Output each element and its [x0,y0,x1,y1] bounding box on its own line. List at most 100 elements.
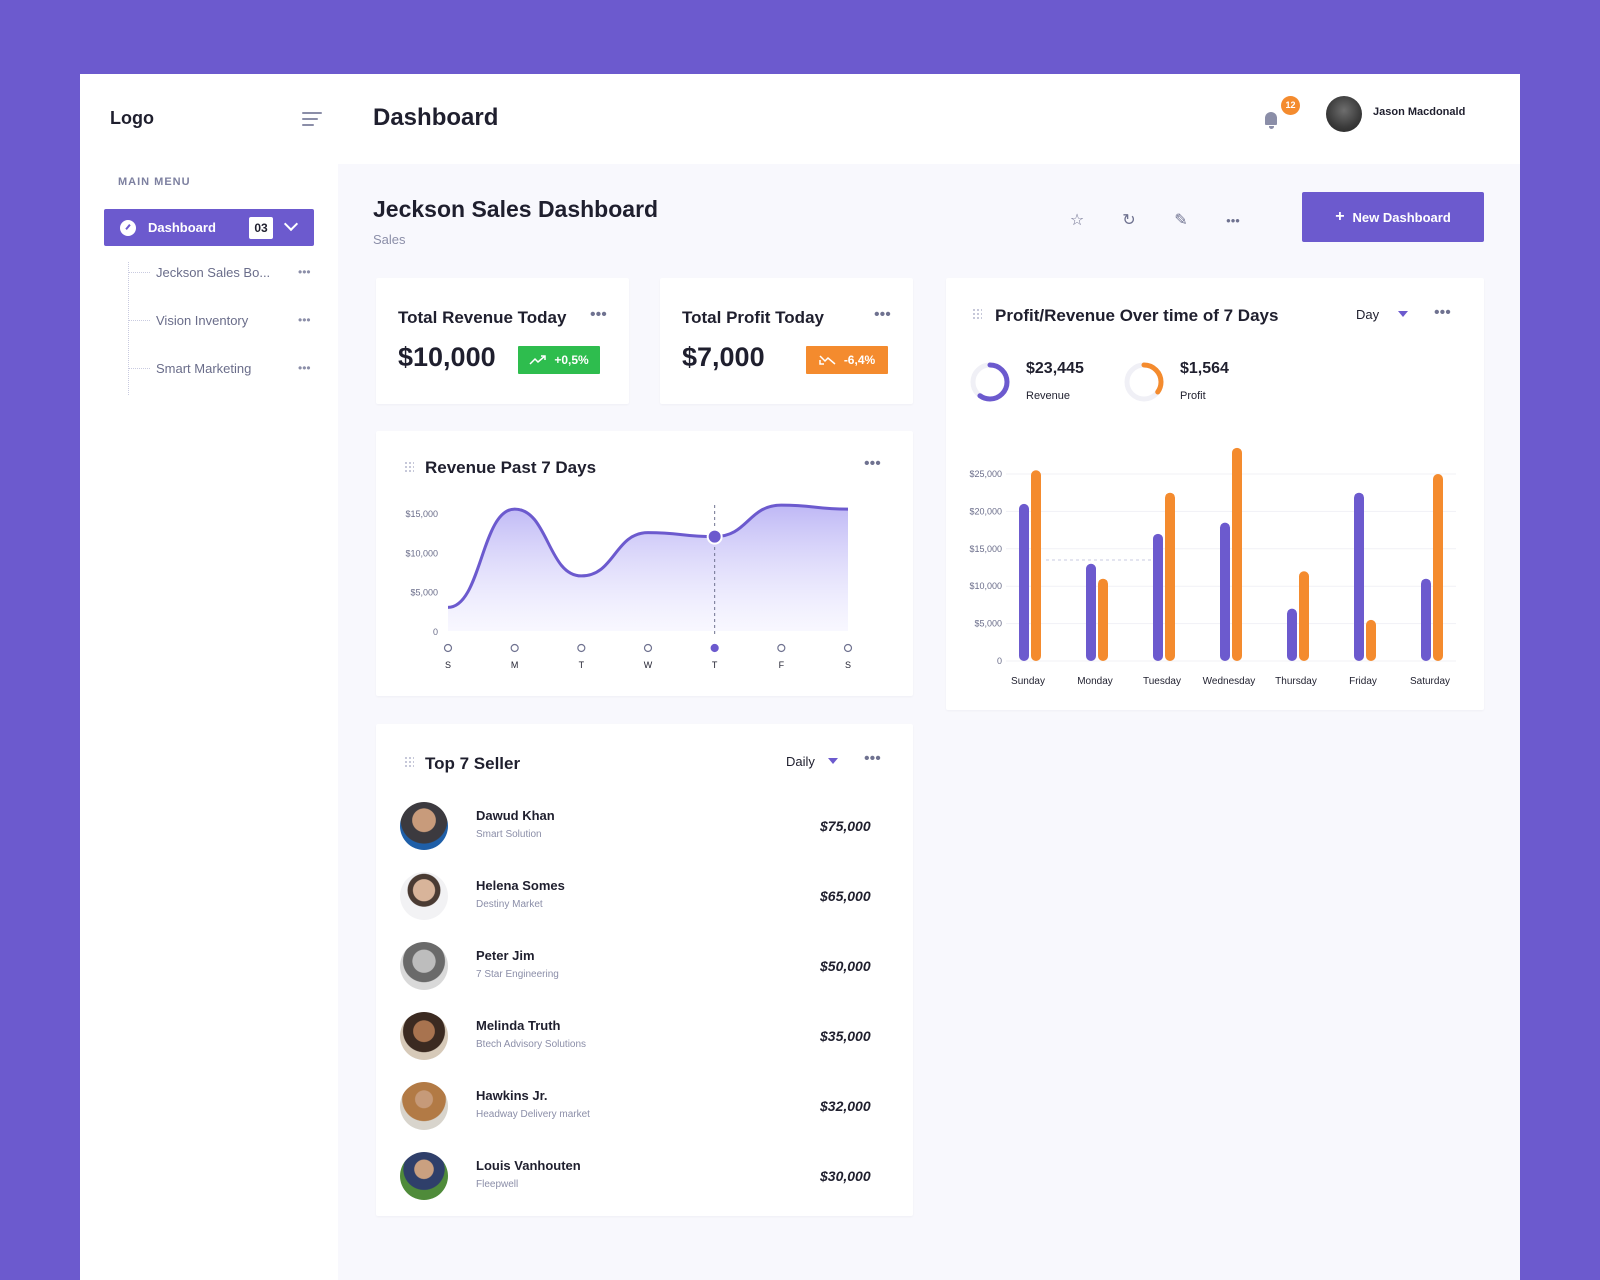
kpi-card-profit: Total Profit Today ••• $7,000 -6,4% [660,278,913,404]
avatar [400,1152,448,1200]
sidebar-subitem-jeckson-sales[interactable]: Jeckson Sales Bo... ••• [128,262,318,282]
speedometer-icon [120,219,136,236]
x-tick-label: S [845,660,851,670]
edit-icon[interactable]: ✎ [1170,210,1192,232]
profit-revenue-chart-card: Profit/Revenue Over time of 7 Days Day •… [946,278,1484,710]
more-icon[interactable]: ••• [590,306,607,324]
sidebar-subitem-vision-inventory[interactable]: Vision Inventory ••• [128,310,318,330]
chevron-down-icon[interactable] [283,216,299,232]
menu-icon[interactable] [302,112,322,126]
subitem-label: Smart Marketing [156,360,252,376]
x-tick-label: W [644,660,653,670]
y-tick-label: $25,000 [969,469,1002,479]
x-tick-label: Thursday [1275,676,1317,687]
avatar [400,942,448,990]
trending-down-icon [819,355,836,365]
kpi-change-badge: +0,5% [518,346,600,374]
bar-revenue [1086,563,1096,661]
sidebar: Logo MAIN MENU Dashboard 03 Jeckson Sale… [80,74,338,1280]
x-tick-label: Monday [1077,676,1113,687]
sidebar-item-dashboard[interactable]: Dashboard 03 [104,209,314,246]
bar-revenue [1287,608,1297,661]
star-icon[interactable]: ☆ [1066,210,1088,232]
x-tick-label: Friday [1349,676,1377,687]
kpi-value: $7,000 [682,342,765,372]
bar-revenue [1019,503,1029,661]
notification-badge: 12 [1281,96,1300,115]
seller-row[interactable]: Melinda Truth Btech Advisory Solutions $… [400,1012,871,1062]
user-name[interactable]: Jason Macdonald [1373,106,1465,118]
bell-icon[interactable] [1263,112,1279,130]
x-tick-label: T [712,660,718,670]
seller-row[interactable]: Peter Jim 7 Star Engineering $50,000 [400,942,871,992]
dashboard-subtitle: Sales [373,232,406,247]
x-tick-label: Wednesday [1203,676,1256,687]
bar-profit [1299,571,1309,661]
avatar [400,872,448,920]
x-point-marker [843,643,853,653]
main-menu-title: MAIN MENU [118,176,191,188]
avatar [400,1082,448,1130]
bar-profit [1232,447,1242,661]
revenue-area-chart: $15,000 $10,000 $5,000 0 S M T W T F S [405,503,853,670]
bar-profit [1165,492,1175,661]
dashboard-count-badge: 03 [249,217,273,239]
more-icon[interactable]: ••• [1222,210,1244,232]
dashboard-title: Jeckson Sales Dashboard [373,196,659,222]
bar-profit [1366,619,1376,661]
x-tick-label: F [779,660,785,670]
y-tick-label: $15,000 [969,544,1002,554]
y-tick-label: $5,000 [974,619,1002,629]
bar-profit [1031,470,1041,661]
highlight-point [706,528,723,545]
x-tick-label: Tuesday [1143,676,1181,687]
caret-down-icon[interactable] [828,758,838,764]
kpi-value: $10,000 [398,342,496,372]
period-select[interactable]: Daily [786,754,815,769]
revenue-chart-card: Revenue Past 7 Days ••• $15,000 $10,000 $5… [376,431,913,696]
page-title: Dashboard [373,104,499,131]
user-avatar[interactable] [1326,96,1362,132]
avatar [400,1012,448,1060]
x-tick-label: T [579,660,585,670]
kpi-change-badge: -6,4% [806,346,888,374]
plus-icon: + [1335,208,1345,225]
seller-row[interactable]: Louis Vanhouten Fleepwell $30,000 [400,1152,871,1202]
x-point-marker [443,643,453,653]
bar-revenue [1153,533,1163,661]
bar-revenue [1421,578,1431,661]
top-bar: Dashboard 12 Jason Macdonald [338,74,1520,164]
kpi-title: Total Revenue Today [398,308,567,327]
y-tick-label: $10,000 [405,548,438,558]
y-tick-label: $5,000 [410,588,438,598]
kpi-card-revenue: Total Revenue Today ••• $10,000 +0,5% [376,278,629,404]
y-tick-label: 0 [433,627,438,637]
sellers-title: Top 7 Seller [425,754,521,773]
seller-row[interactable]: Hawkins Jr. Headway Delivery market $32,… [400,1082,871,1132]
bar-revenue [1354,492,1364,661]
x-point-marker [777,643,786,653]
more-icon[interactable]: ••• [298,361,311,375]
seller-row[interactable]: Helena Somes Destiny Market $65,000 [400,872,871,922]
logo: Logo [110,108,154,128]
x-point-marker [643,643,653,653]
more-icon[interactable]: ••• [864,750,881,768]
more-icon[interactable]: ••• [298,313,311,327]
app-window: Logo MAIN MENU Dashboard 03 Jeckson Sale… [80,74,1520,1280]
sidebar-subitem-smart-marketing[interactable]: Smart Marketing ••• [128,358,318,378]
y-tick-label: 0 [997,656,1002,666]
y-tick-label: $10,000 [969,581,1002,591]
more-icon[interactable]: ••• [874,306,891,324]
seller-row[interactable]: Dawud Khan Smart Solution $75,000 [400,802,871,852]
sidebar-item-label: Dashboard [148,220,216,235]
more-icon[interactable]: ••• [298,265,311,279]
x-tick-label: Saturday [1410,676,1450,687]
kpi-title: Total Profit Today [682,308,824,327]
new-dashboard-button[interactable]: + New Dashboard [1302,192,1484,242]
x-point-marker [710,643,719,653]
x-point-marker [577,643,586,653]
subitem-label: Vision Inventory [156,312,249,328]
drag-handle-icon[interactable] [404,756,414,768]
refresh-icon[interactable]: ↻ [1118,210,1140,232]
x-tick-label: Sunday [1011,676,1045,687]
